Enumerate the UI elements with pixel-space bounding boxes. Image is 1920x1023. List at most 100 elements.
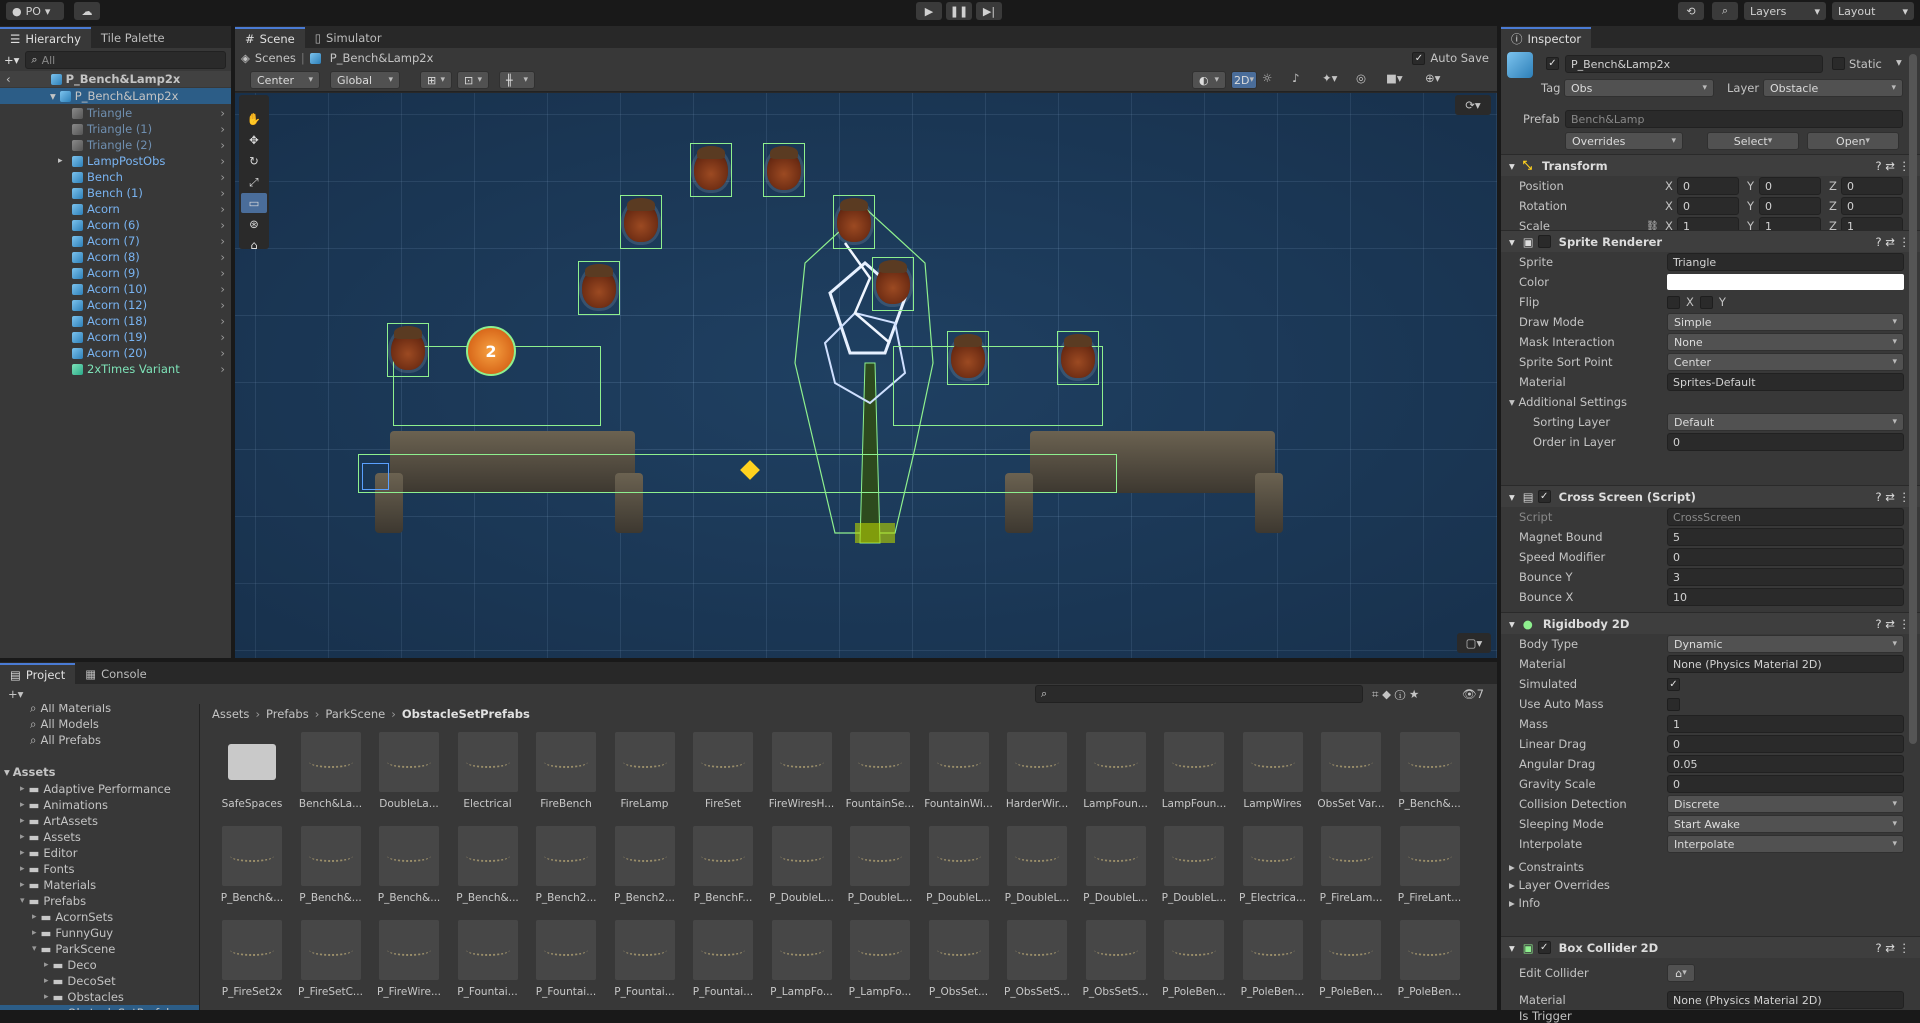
asset-thumbnail[interactable] bbox=[928, 826, 989, 886]
asset-thumbnail[interactable] bbox=[614, 732, 675, 792]
favorite-item[interactable]: ⌕ All Models bbox=[0, 716, 199, 732]
folder-item[interactable]: ▾▬ObstacleSetPrefabs bbox=[0, 1005, 199, 1010]
select-button[interactable]: Select bbox=[1707, 132, 1799, 150]
rigidbody-gravity-field[interactable]: 0 bbox=[1667, 775, 1904, 793]
prefab-asset-field[interactable]: Bench&Lamp bbox=[1565, 110, 1903, 128]
active-checkbox[interactable]: ✓ bbox=[1546, 57, 1559, 70]
hierarchy-item[interactable]: Acorn (6) › bbox=[0, 217, 231, 233]
mask-interaction-dropdown[interactable]: None bbox=[1667, 333, 1904, 351]
asset-thumbnail[interactable] bbox=[1321, 732, 1381, 792]
asset-thumbnail[interactable] bbox=[379, 732, 439, 792]
tab-inspector[interactable]: ⓘ Inspector bbox=[1501, 27, 1592, 48]
folder-item[interactable]: ▸ ▬ AcornSets bbox=[0, 909, 199, 925]
asset-thumbnail[interactable] bbox=[1085, 920, 1146, 980]
visibility-icon[interactable]: ◎ bbox=[1356, 71, 1382, 89]
chevron-right-icon[interactable]: › bbox=[220, 282, 225, 296]
hierarchy-search-input[interactable]: ⌕ All bbox=[25, 51, 226, 69]
transform-tool-icon[interactable]: ⊛ bbox=[241, 214, 267, 234]
component-menu-icon[interactable]: ? ⇄ ⋮ bbox=[1875, 617, 1910, 631]
breadcrumb-item[interactable]: Prefabs bbox=[266, 707, 309, 721]
hierarchy-item[interactable]: 2xTimes Variant › bbox=[0, 361, 231, 377]
increment-dropdown[interactable]: ╫ bbox=[499, 71, 535, 89]
asset-thumbnail[interactable] bbox=[1242, 920, 1303, 980]
tab-scene[interactable]: # Scene bbox=[235, 27, 305, 48]
folder-item[interactable]: ▾ ▬ Prefabs bbox=[0, 893, 199, 909]
asset-thumbnail[interactable] bbox=[379, 826, 439, 886]
shading-dropdown[interactable]: ◐ bbox=[1192, 71, 1226, 89]
edit-collider-button[interactable]: ⌂ bbox=[1667, 964, 1695, 982]
asset-thumbnail[interactable] bbox=[693, 920, 753, 980]
asset-thumbnail[interactable] bbox=[771, 920, 832, 980]
asset-thumbnail[interactable] bbox=[850, 826, 910, 886]
tag-dropdown[interactable]: Obs bbox=[1564, 79, 1714, 97]
rigidbody-header[interactable]: ▾ ● Rigidbody 2D? ⇄ ⋮ bbox=[1501, 612, 1920, 634]
add-icon[interactable]: +▾ bbox=[4, 53, 19, 67]
component-menu-icon[interactable]: ? ⇄ ⋮ bbox=[1875, 235, 1910, 249]
asset-thumbnail[interactable] bbox=[300, 732, 361, 792]
rigidbody-checkbox[interactable] bbox=[1667, 697, 1680, 711]
color-swatch[interactable] bbox=[1667, 274, 1904, 290]
flip-y-checkbox[interactable] bbox=[1699, 295, 1713, 309]
folder-item[interactable]: ▸ ▬ Animations bbox=[0, 797, 199, 813]
tab-project[interactable]: ▤ Project bbox=[0, 663, 76, 684]
cross-screen-field[interactable]: 5 bbox=[1667, 528, 1904, 546]
collider-material-field[interactable]: None (Physics Material 2D) bbox=[1667, 991, 1904, 1009]
rigidbody-checkbox[interactable]: ✓ bbox=[1667, 677, 1680, 691]
overrides-dropdown[interactable]: Overrides bbox=[1565, 132, 1683, 150]
chevron-right-icon[interactable]: › bbox=[220, 154, 225, 168]
autosave-checkbox[interactable]: ✓ bbox=[1412, 51, 1426, 65]
asset-thumbnail[interactable] bbox=[457, 920, 518, 980]
lighting-icon[interactable]: ☼ bbox=[1262, 71, 1288, 89]
asset-thumbnail[interactable] bbox=[1321, 920, 1381, 980]
tab-tile-palette[interactable]: Tile Palette bbox=[91, 27, 175, 48]
folder-item[interactable]: ▸ ▬ Materials bbox=[0, 877, 199, 893]
asset-thumbnail[interactable] bbox=[1321, 826, 1381, 886]
flip-x-checkbox[interactable] bbox=[1667, 295, 1680, 309]
hierarchy-item[interactable]: Acorn (7) › bbox=[0, 233, 231, 249]
chevron-right-icon[interactable]: › bbox=[220, 330, 225, 344]
custom-tool-icon[interactable]: ⌂ bbox=[241, 235, 267, 255]
play-button[interactable]: ▶ bbox=[916, 2, 942, 20]
cross-screen-field[interactable]: 10 bbox=[1667, 588, 1904, 606]
rect-tool-icon[interactable]: ▭ bbox=[241, 193, 267, 213]
cross-screen-checkbox[interactable]: ✓ bbox=[1537, 490, 1551, 503]
asset-thumbnail[interactable] bbox=[300, 920, 361, 980]
component-menu-icon[interactable]: ? ⇄ ⋮ bbox=[1875, 941, 1910, 955]
layers-dropdown[interactable]: Layers ▾ bbox=[1744, 2, 1826, 20]
static-dropdown-icon[interactable]: ▾ bbox=[1896, 55, 1902, 69]
asset-thumbnail[interactable] bbox=[536, 826, 596, 886]
folder-item[interactable]: ▸ ▬ DecoSet bbox=[0, 973, 199, 989]
asset-thumbnail[interactable] bbox=[1399, 826, 1460, 886]
asset-thumbnail[interactable] bbox=[850, 920, 910, 980]
asset-thumbnail[interactable] bbox=[850, 732, 910, 792]
asset-thumbnail[interactable] bbox=[1007, 826, 1067, 886]
rigidbody-collision-dropdown[interactable]: Discrete bbox=[1667, 795, 1904, 813]
asset-thumbnail[interactable] bbox=[614, 826, 675, 886]
chevron-right-icon[interactable]: › bbox=[220, 202, 225, 216]
sorting-layer-dropdown[interactable]: Default bbox=[1667, 413, 1904, 431]
transform-z-field[interactable]: 0 bbox=[1841, 197, 1903, 215]
chevron-right-icon[interactable]: › bbox=[220, 266, 225, 280]
hierarchy-item[interactable]: Acorn (20) › bbox=[0, 345, 231, 361]
rotate-tool-icon[interactable]: ↻ bbox=[241, 151, 267, 171]
grid-snap-dropdown[interactable]: ⊞ bbox=[420, 71, 452, 89]
asset-thumbnail[interactable] bbox=[1399, 920, 1460, 980]
chevron-right-icon[interactable]: › bbox=[220, 218, 225, 232]
asset-thumbnail[interactable] bbox=[1164, 920, 1224, 980]
folder-item[interactable]: ▸ ▬ FunnyGuy bbox=[0, 925, 199, 941]
chevron-right-icon[interactable]: › bbox=[220, 122, 225, 136]
account-button[interactable]: ● PO ▾ bbox=[6, 2, 64, 20]
hierarchy-item[interactable]: Bench (1) › bbox=[0, 185, 231, 201]
asset-thumbnail[interactable] bbox=[1164, 732, 1224, 792]
add-asset-icon[interactable]: +▾ bbox=[8, 687, 23, 701]
cloud-button[interactable]: ☁ bbox=[74, 2, 100, 20]
asset-thumbnail[interactable] bbox=[536, 920, 596, 980]
box-collider-header[interactable]: ▾ ▣ ✓ Box Collider 2D? ⇄ ⋮ bbox=[1501, 936, 1920, 958]
asset-thumbnail[interactable] bbox=[457, 732, 518, 792]
rigidbody-angular_drag-field[interactable]: 0.05 bbox=[1667, 755, 1904, 773]
overlay-icon[interactable]: ▢▾ bbox=[1457, 633, 1491, 653]
search-button[interactable]: ⌕ bbox=[1712, 2, 1738, 20]
hierarchy-item[interactable]: Acorn (18) › bbox=[0, 313, 231, 329]
asset-thumbnail[interactable] bbox=[379, 920, 439, 980]
hierarchy-item[interactable]: ▸ LampPostObs › bbox=[0, 153, 231, 169]
